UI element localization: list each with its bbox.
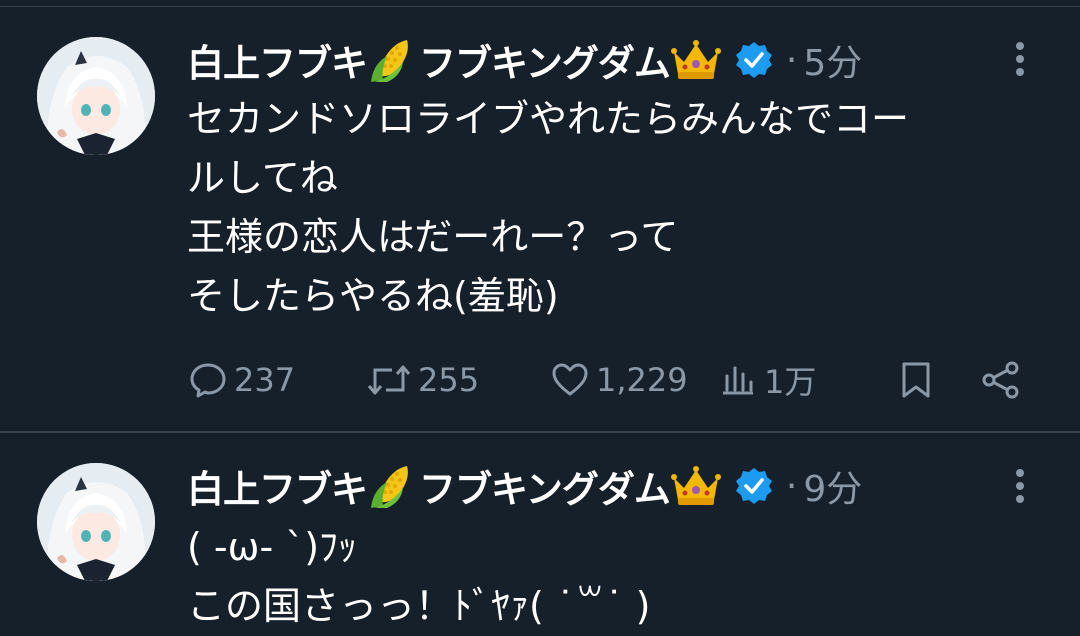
- more-options-icon[interactable]: [1005, 37, 1035, 81]
- author-name-part2[interactable]: フブキングダム: [419, 33, 671, 87]
- tweet-text-line: そしたらやるね(羞恥): [187, 274, 559, 318]
- like-icon: [552, 363, 588, 396]
- avatar[interactable]: [37, 37, 155, 155]
- separator-dot: ·: [785, 465, 798, 507]
- like-count: 1,229: [596, 361, 688, 399]
- verified-badge-icon[interactable]: [734, 40, 774, 80]
- bookmark-icon: [902, 362, 930, 398]
- tweet-text-line: 王様の恋人はだーれー？って: [187, 215, 679, 259]
- tweet-time[interactable]: 9分: [803, 460, 862, 512]
- views-button[interactable]: 1万: [718, 352, 816, 408]
- tweet-actions: 237 255 1,229 1万: [0, 352, 1080, 408]
- tweet-time[interactable]: 5分: [803, 34, 862, 86]
- retweet-button[interactable]: 255: [366, 352, 479, 408]
- avatar[interactable]: [37, 463, 155, 581]
- tweet-header: 白上フブキ フブキングダム · 9分: [187, 460, 862, 512]
- retweet-count: 255: [418, 361, 480, 399]
- tweet-text: ( -ω- `)ﾌｯ この国さっっ！ﾄﾞﾔｧ( ˙꒳​˙ ): [187, 518, 1047, 636]
- separator-dot: ·: [785, 39, 798, 81]
- tweet-text: セカンドソロライブやれたらみんなでコー ルしてね 王様の恋人はだーれー？って そ…: [187, 90, 1047, 326]
- retweet-icon: [367, 365, 411, 395]
- crown-emoji: [670, 40, 721, 79]
- tweet-text-line: ( -ω- `)ﾌｯ: [187, 525, 358, 569]
- reply-button[interactable]: 237: [188, 352, 295, 408]
- corn-emoji: [371, 466, 408, 508]
- views-icon: [723, 366, 753, 395]
- share-icon: [982, 361, 1019, 399]
- views-count: 1万: [764, 363, 817, 401]
- bookmark-button[interactable]: [896, 352, 936, 408]
- tweet-text-line: ルしてね: [187, 156, 338, 200]
- verified-badge-icon[interactable]: [734, 466, 774, 506]
- reply-icon: [190, 363, 226, 398]
- crown-emoji: [670, 466, 721, 505]
- corn-emoji: [371, 40, 408, 82]
- share-button[interactable]: [980, 352, 1022, 408]
- more-options-icon[interactable]: [1005, 464, 1035, 508]
- author-name-part1[interactable]: 白上フブキ: [187, 459, 368, 513]
- author-name-part2[interactable]: フブキングダム: [419, 459, 671, 513]
- author-name-part1[interactable]: 白上フブキ: [187, 33, 368, 87]
- tweet-text-line: セカンドソロライブやれたらみんなでコー: [187, 97, 910, 141]
- tweet[interactable]: 白上フブキ フブキングダム · 5分 セカンドソロライブやれたらみんなでコー ル…: [0, 0, 1080, 431]
- tweet-text-line: この国さっっ！ﾄﾞﾔｧ( ˙꒳​˙ ): [187, 584, 651, 628]
- tweet-header: 白上フブキ フブキングダム · 5分: [187, 34, 862, 86]
- reply-count: 237: [234, 361, 296, 399]
- like-button[interactable]: 1,229: [550, 352, 688, 408]
- tweet[interactable]: 白上フブキ フブキングダム · 9分 ( -ω- `)ﾌｯ この国さっっ！ﾄﾞﾔ…: [0, 433, 1080, 633]
